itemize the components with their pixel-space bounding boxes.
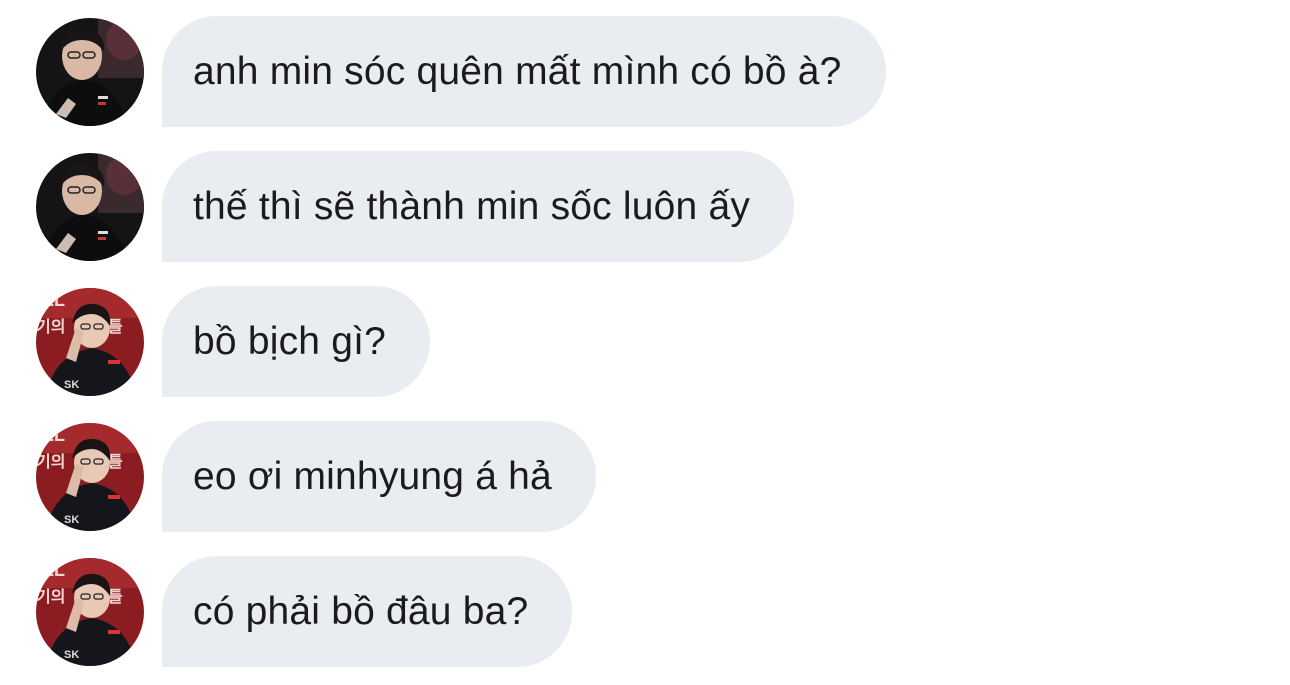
message-text: anh min sóc quên mất mình có bồ à? xyxy=(193,49,842,93)
avatar[interactable] xyxy=(36,17,144,126)
message-row: bồ bịch gì? xyxy=(36,286,431,397)
message-bubble[interactable]: có phải bồ đâu ba? xyxy=(162,556,573,667)
message-bubble[interactable]: eo ơi minhyung á hả xyxy=(162,421,596,532)
avatar-dark-photo-icon xyxy=(36,152,144,261)
message-row: eo ơi minhyung á hả xyxy=(36,421,596,532)
message-bubble[interactable]: bồ bịch gì? xyxy=(162,286,431,397)
avatar[interactable] xyxy=(36,557,144,666)
message-text: eo ơi minhyung á hả xyxy=(193,454,552,498)
avatar-red-photo-icon xyxy=(36,557,144,666)
message-bubble[interactable]: thế thì sẽ thành min sốc luôn ấy xyxy=(162,151,795,262)
chat-thread: anh min sóc quên mất mình có bồ à? thế t… xyxy=(0,0,1290,685)
avatar[interactable] xyxy=(36,152,144,261)
avatar[interactable] xyxy=(36,422,144,531)
message-text: thế thì sẽ thành min sốc luôn ấy xyxy=(193,184,751,228)
avatar-red-photo-icon xyxy=(36,287,144,396)
message-bubble[interactable]: anh min sóc quên mất mình có bồ à? xyxy=(162,16,886,127)
message-text: có phải bồ đâu ba? xyxy=(193,589,529,633)
avatar-dark-photo-icon xyxy=(36,17,144,126)
avatar-red-photo-icon xyxy=(36,422,144,531)
message-text: bồ bịch gì? xyxy=(193,319,387,363)
message-row: thế thì sẽ thành min sốc luôn ấy xyxy=(36,151,795,262)
avatar[interactable] xyxy=(36,287,144,396)
message-row: có phải bồ đâu ba? xyxy=(36,556,573,667)
message-row: anh min sóc quên mất mình có bồ à? xyxy=(36,16,886,127)
